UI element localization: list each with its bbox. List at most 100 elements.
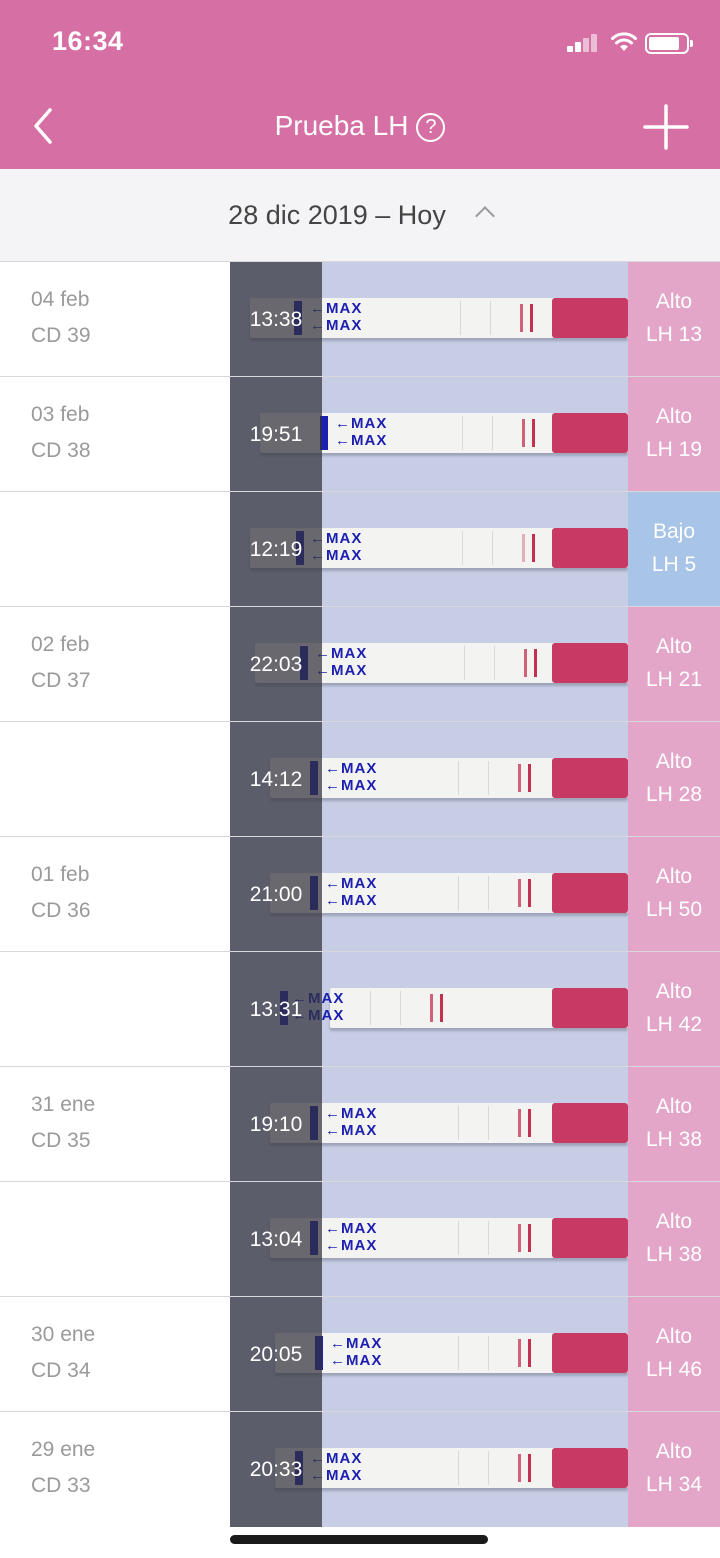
strip-max-text: MAX xyxy=(331,662,368,679)
list-item[interactable]: 31 ene CD 35 ←MAX ←MAX 19:10 Alto LH 38 xyxy=(0,1066,720,1182)
cellular-signal-icon xyxy=(567,34,601,52)
list-item[interactable]: 30 ene CD 34 ←MAX ←MAX 20:05 Alto LH 46 xyxy=(0,1296,720,1412)
test-strip-photo[interactable]: ←MAX ←MAX 21:00 xyxy=(230,837,628,952)
list-item[interactable]: ←MAX←MAX13:31 Alto LH 42 xyxy=(0,951,720,1067)
strip-handle xyxy=(552,1333,628,1373)
date-cell: 02 feb CD 37 xyxy=(0,607,230,722)
strip-max-label: ←MAX←MAX xyxy=(325,875,378,909)
test-strip-photo[interactable]: ←MAX ←MAX 19:10 xyxy=(230,1067,628,1182)
row-date: 30 ene xyxy=(31,1323,96,1346)
result-badge: Alto LH 21 xyxy=(628,607,720,722)
test-strip-photo[interactable]: ←MAX←MAX20:33 xyxy=(230,1412,628,1527)
test-line xyxy=(520,304,523,332)
test-line xyxy=(518,764,521,792)
control-line xyxy=(532,534,535,562)
test-strip-photo[interactable]: ←MAX ←MAX 20:05 xyxy=(230,1297,628,1412)
strip-window-edge xyxy=(488,1451,489,1485)
strip-window-edge xyxy=(488,876,489,910)
strip-window-edge xyxy=(460,301,461,335)
strip-max-label: ←MAX←MAX xyxy=(325,1220,378,1254)
list-item[interactable]: 02 feb CD 37 ←MAX ←MAX 22:03 Alto LH 21 xyxy=(0,606,720,722)
row-time: 13:04 xyxy=(249,1228,303,1251)
result-badge: Alto LH 50 xyxy=(628,837,720,952)
control-line xyxy=(530,304,533,332)
result-lh-value: LH 42 xyxy=(645,1013,703,1036)
date-cell: 31 ene CD 35 xyxy=(0,1067,230,1182)
row-cycle-day: CD 37 xyxy=(31,669,91,692)
status-time: 16:34 xyxy=(52,26,124,56)
strip-max-text: MAX xyxy=(331,645,368,662)
list-item[interactable]: ←MAX ←MAX 13:04 Alto LH 38 xyxy=(0,1181,720,1297)
strip-max-text: MAX xyxy=(341,760,378,777)
date-cell: 03 feb CD 38 xyxy=(0,377,230,492)
result-lh-value: LH 28 xyxy=(645,783,703,806)
strip-window-edge xyxy=(492,531,493,565)
test-strip-photo[interactable]: ←MAX←MAX13:38 xyxy=(230,262,628,377)
lh-test-strip: ←MAX←MAX xyxy=(275,1333,628,1373)
test-strip-photo[interactable]: ←MAX ←MAX 14:12 xyxy=(230,722,628,837)
page-title: Prueba LH? xyxy=(0,110,720,142)
strip-max-text: MAX xyxy=(341,1220,378,1237)
list-item[interactable]: 04 febCD 39←MAX←MAX13:38AltoLH 13 xyxy=(0,261,720,377)
strip-window-edge xyxy=(370,991,371,1025)
lh-test-strip: ←MAX←MAX xyxy=(280,988,628,1028)
test-strip-photo[interactable]: ←MAX←MAX12:19 xyxy=(230,492,628,607)
strip-window-edge xyxy=(458,1221,459,1255)
result-badge: Alto LH 19 xyxy=(628,377,720,492)
test-strip-photo[interactable]: ←MAX ←MAX 22:03 xyxy=(230,607,628,722)
strip-handle xyxy=(552,298,628,338)
lh-test-strip: ←MAX←MAX xyxy=(270,758,628,798)
result-badge: Alto LH 34 xyxy=(628,1412,720,1527)
result-badge: Alto LH 38 xyxy=(628,1182,720,1297)
test-line xyxy=(522,419,525,447)
result-level: Alto xyxy=(655,635,693,658)
test-strip-photo[interactable]: ←MAX ←MAX 13:04 xyxy=(230,1182,628,1297)
result-lh-value: LH 46 xyxy=(645,1358,703,1381)
row-date: 31 ene xyxy=(31,1093,96,1116)
date-range-selector[interactable]: 28 dic 2019 – Hoy xyxy=(0,169,720,261)
date-cell xyxy=(0,1182,230,1297)
date-cell xyxy=(0,952,230,1067)
result-level: Alto xyxy=(655,1210,693,1233)
page-title-text: Prueba LH xyxy=(274,110,409,141)
result-level: Alto xyxy=(655,1325,693,1348)
test-line xyxy=(518,1454,521,1482)
strip-handle xyxy=(552,1103,628,1143)
date-cell xyxy=(0,492,230,607)
row-time: 19:10 xyxy=(249,1113,303,1136)
list-item[interactable]: ←MAX ←MAX 14:12 Alto LH 28 xyxy=(0,721,720,837)
test-line xyxy=(430,994,433,1022)
add-icon[interactable] xyxy=(643,104,689,150)
row-time: 21:00 xyxy=(249,883,303,906)
strip-window-edge xyxy=(458,1451,459,1485)
date-range-label: 28 dic 2019 – Hoy xyxy=(228,200,446,230)
date-cell: 29 ene CD 33 xyxy=(0,1412,230,1527)
row-cycle-day: CD 39 xyxy=(31,324,91,347)
list-item[interactable]: 01 feb CD 36 ←MAX ←MAX 21:00 Alto LH 50 xyxy=(0,836,720,952)
test-strip-photo[interactable]: ←MAX ←MAX 19:51 xyxy=(230,377,628,492)
strip-window-edge xyxy=(464,646,465,680)
result-badge: Alto LH 42 xyxy=(628,952,720,1067)
list-item[interactable]: ←MAX←MAX12:19BajoLH 5 xyxy=(0,491,720,607)
strip-window-edge xyxy=(488,1221,489,1255)
test-line xyxy=(518,1109,521,1137)
control-line xyxy=(528,1224,531,1252)
row-date: 02 feb xyxy=(31,633,90,656)
control-line xyxy=(534,649,537,677)
result-lh-value: LH 38 xyxy=(645,1128,703,1151)
strip-max-text: MAX xyxy=(341,1105,378,1122)
lh-test-strip: ←MAX←MAX xyxy=(270,873,628,913)
strip-max-label: ←MAX←MAX xyxy=(325,1105,378,1139)
strip-max-text: MAX xyxy=(326,1467,363,1484)
help-icon[interactable]: ? xyxy=(416,113,446,142)
list-item[interactable]: 03 feb CD 38 ←MAX ←MAX 19:51 Alto LH 19 xyxy=(0,376,720,492)
strip-handle xyxy=(552,413,628,453)
strip-window-edge xyxy=(492,416,493,450)
wifi-icon xyxy=(611,32,637,51)
strip-handle xyxy=(552,873,628,913)
strip-max-text: MAX xyxy=(326,1450,363,1467)
list-item[interactable]: 29 ene CD 33 ←MAX←MAX20:33 Alto LH 34 xyxy=(0,1411,720,1527)
row-date: 29 ene xyxy=(31,1438,96,1461)
test-strip-photo[interactable]: ←MAX←MAX13:31 xyxy=(230,952,628,1067)
row-cycle-day: CD 38 xyxy=(31,439,91,462)
